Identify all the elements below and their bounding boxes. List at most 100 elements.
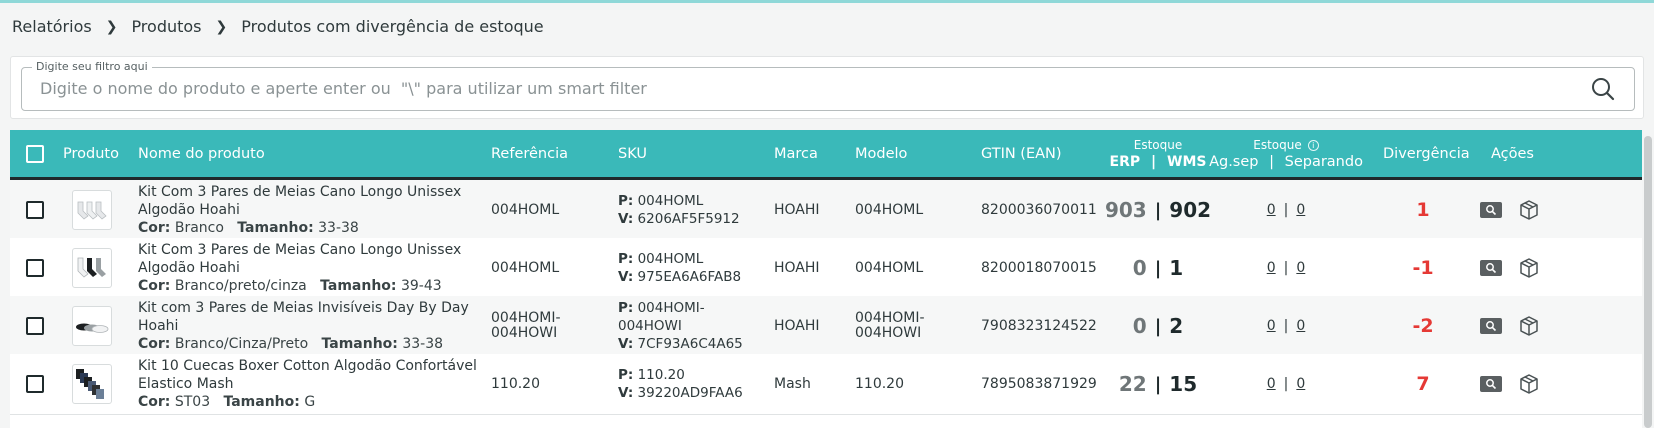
header-separator: |: [1151, 153, 1157, 170]
view-details-button[interactable]: [1480, 376, 1502, 392]
modelo-cell: 004HOMI- 004HOWI: [855, 296, 925, 356]
chevron-right-icon: ❯: [105, 18, 118, 35]
sku-parent: P: 004HOML: [618, 192, 703, 210]
header-separator: |: [1269, 153, 1274, 170]
row-checkbox[interactable]: [26, 317, 44, 335]
info-icon[interactable]: i: [1307, 139, 1319, 151]
sku-p-label: P:: [618, 300, 634, 316]
product-thumbnail[interactable]: [72, 364, 112, 404]
product-name-line-2[interactable]: Hoahi: [138, 317, 178, 335]
header-modelo[interactable]: Modelo: [855, 130, 907, 177]
erp-value: 903: [1104, 198, 1147, 222]
product-thumbnail[interactable]: [72, 190, 112, 230]
breadcrumb-item-relatorios[interactable]: Relatórios: [12, 17, 92, 36]
product-thumbnail[interactable]: [72, 248, 112, 288]
sku-p-label: P:: [618, 367, 634, 383]
table-row[interactable]: Kit Com 3 Pares de Meias Cano Longo Unis…: [10, 180, 1642, 241]
row-checkbox-cell: [26, 354, 44, 414]
product-thumbnail-cell: [72, 354, 112, 414]
product-name-line-2[interactable]: Algodão Hoahi: [138, 259, 240, 277]
sku-v-value: 39220AD9FAA6: [637, 385, 743, 401]
header-sku[interactable]: SKU: [618, 130, 647, 177]
select-all-checkbox[interactable]: [26, 144, 44, 163]
wms-value: 15: [1169, 372, 1198, 396]
header-produto[interactable]: Produto: [63, 130, 119, 177]
product-name-line-1[interactable]: Kit 10 Cuecas Boxer Cotton Algodão Confo…: [138, 357, 477, 375]
stock-box-button[interactable]: [1518, 373, 1540, 395]
divergencia-cell: 7: [1383, 354, 1463, 414]
table-row[interactable]: Kit Com 3 Pares de Meias Cano Longo Unis…: [10, 238, 1642, 299]
stock-box-button[interactable]: [1518, 199, 1540, 221]
product-thumbnail[interactable]: [72, 306, 112, 346]
separando-link[interactable]: 0: [1296, 376, 1305, 392]
gtin-cell: 8200018070015: [981, 260, 1097, 276]
header-estoque-agsep-separando[interactable]: Estoque i Ag.sep | Separando: [1209, 130, 1363, 177]
stock-box-button[interactable]: [1518, 315, 1540, 337]
color-label: Cor:: [138, 394, 171, 410]
referencia-line-2: 004HOWI: [491, 325, 558, 341]
row-checkbox-cell: [26, 238, 44, 298]
sku-variant: V: 6206AF5F5912: [618, 210, 740, 228]
sku-p-value: 110.20: [637, 367, 685, 383]
sku-parent: P: 110.20: [618, 366, 685, 384]
header-divergencia[interactable]: Divergência: [1383, 130, 1470, 177]
stock-box-button[interactable]: [1518, 257, 1540, 279]
header-nome[interactable]: Nome do produto: [138, 130, 265, 177]
sku-v-value: 7CF93A6C4A65: [637, 336, 743, 352]
estoque-agsep-cell: 0 | 0: [1216, 238, 1356, 298]
header-erp: ERP: [1109, 153, 1141, 170]
row-checkbox[interactable]: [26, 259, 44, 277]
chevron-right-icon: ❯: [215, 18, 228, 35]
filter-search-input[interactable]: [40, 79, 1540, 98]
header-gtin[interactable]: GTIN (EAN): [981, 130, 1062, 177]
header-estoque-text: Estoque: [1253, 137, 1302, 152]
view-details-button[interactable]: [1480, 318, 1502, 334]
table-row[interactable]: Kit 10 Cuecas Boxer Cotton Algodão Confo…: [10, 354, 1642, 415]
sku-variant: V: 7CF93A6C4A65: [618, 335, 743, 353]
search-button[interactable]: [1590, 76, 1616, 102]
wms-value: 2: [1169, 314, 1184, 338]
divergence-value: 1: [1416, 199, 1430, 221]
separando-link[interactable]: 0: [1296, 260, 1305, 276]
search-icon: [1592, 78, 1615, 101]
marca-cell: HOAHI: [774, 318, 820, 334]
color-value: ST03: [174, 394, 211, 410]
view-details-button[interactable]: [1480, 202, 1502, 218]
separando-link[interactable]: 0: [1296, 318, 1305, 334]
value-separator: |: [1283, 260, 1289, 276]
estoque-erp-wms-cell: 903 | 902: [1104, 180, 1211, 240]
view-details-button[interactable]: [1480, 260, 1502, 276]
size-value: 33-38: [402, 336, 444, 352]
row-checkbox[interactable]: [26, 375, 44, 393]
header-estoque-label: Estoque: [1133, 137, 1183, 152]
divergence-value: -1: [1412, 257, 1434, 279]
row-checkbox[interactable]: [26, 201, 44, 219]
product-name-line-1[interactable]: Kit Com 3 Pares de Meias Cano Longo Unis…: [138, 183, 461, 201]
vertical-scrollbar[interactable]: [1644, 136, 1652, 428]
header-erp-wms: ERP | WMS: [1110, 154, 1207, 171]
separando-link[interactable]: 0: [1296, 202, 1305, 218]
referencia-cell: 110.20: [491, 376, 540, 392]
agsep-link[interactable]: 0: [1267, 318, 1276, 334]
sku-parent: P: 004HOML: [618, 250, 703, 268]
agsep-link[interactable]: 0: [1267, 202, 1276, 218]
header-marca[interactable]: Marca: [774, 130, 818, 177]
header-estoque-erp-wms[interactable]: Estoque ERP | WMS: [1108, 130, 1208, 177]
product-name-line-2[interactable]: Algodão Hoahi: [138, 201, 240, 219]
breadcrumb-item-produtos[interactable]: Produtos: [131, 17, 201, 36]
color-label: Cor:: [138, 336, 171, 352]
gtin-cell: 7895083871929: [981, 376, 1097, 392]
product-name-line-1[interactable]: Kit Com 3 Pares de Meias Cano Longo Unis…: [138, 241, 461, 259]
header-referencia[interactable]: Referência: [491, 130, 568, 177]
agsep-link[interactable]: 0: [1267, 376, 1276, 392]
agsep-link[interactable]: 0: [1267, 260, 1276, 276]
sku-v-label: V:: [618, 211, 634, 227]
table-row[interactable]: Kit com 3 Pares de Meias Invisíveis Day …: [10, 296, 1642, 357]
product-name-line-1[interactable]: Kit com 3 Pares de Meias Invisíveis Day …: [138, 299, 469, 317]
product-name-line-2[interactable]: Elastico Mash: [138, 375, 234, 393]
product-attributes: Cor: Branco Tamanho: 33-38: [138, 219, 359, 237]
sku-parent-cont: 004HOWI: [618, 318, 682, 334]
header-agsep: Ag.sep: [1209, 153, 1259, 170]
sku-parent: P: 004HOMI-: [618, 299, 705, 317]
product-thumbnail-cell: [72, 238, 112, 298]
